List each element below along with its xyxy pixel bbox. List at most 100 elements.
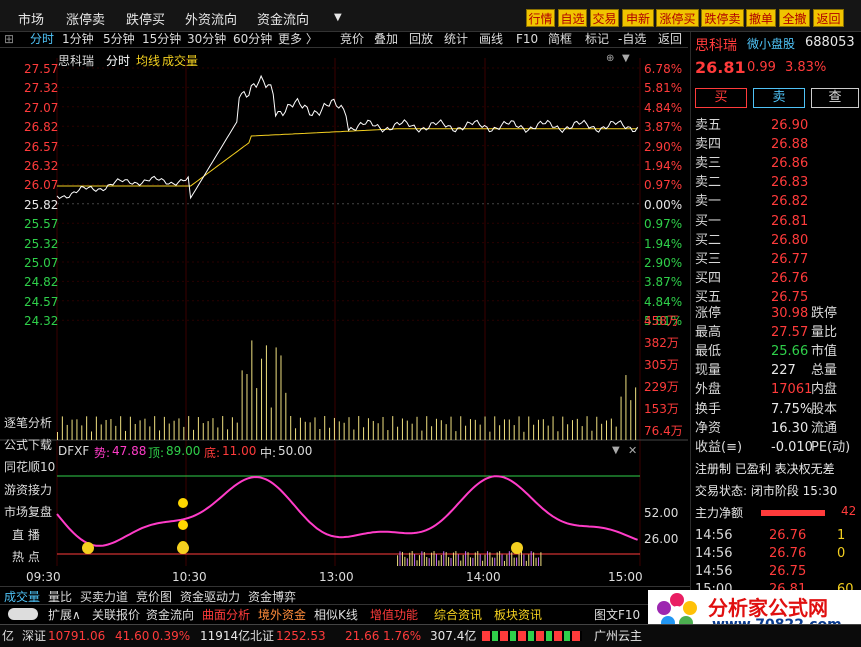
bar-surface-analysis[interactable]: 曲面分析 [202, 606, 250, 623]
tool-auction[interactable]: 竞价 [340, 32, 364, 47]
tab-60min[interactable]: 60分钟 [233, 32, 272, 47]
menu-market[interactable]: 市场 [18, 9, 44, 28]
stat-row[interactable]: 收益(≡) -0.010 PE(动) [691, 438, 861, 457]
side-market-review[interactable]: 市场复盘 [4, 503, 52, 520]
bid-row[interactable]: 买二 26.80 [691, 231, 861, 250]
quote-button[interactable]: 行情 [526, 9, 555, 27]
bid-row[interactable]: 买一 26.81 [691, 212, 861, 231]
bar-sector-news[interactable]: 板块资讯 [494, 606, 542, 623]
tab-volume[interactable]: 成交量 [4, 588, 40, 605]
bar-overseas-capital[interactable]: 境外资金 [258, 606, 306, 623]
tool-f10[interactable]: F10 [516, 32, 538, 47]
limit-down-sell-button[interactable]: 跌停卖 [701, 9, 744, 27]
bar-news[interactable]: 综合资讯 [434, 606, 482, 623]
tab-capital-game[interactable]: 资金博弈 [248, 588, 296, 605]
tab-15min[interactable]: 15分钟 [142, 32, 181, 47]
side-ths10[interactable]: 同花顺10 [4, 458, 55, 475]
menu-limit-down-buy[interactable]: 跌停买 [126, 9, 165, 28]
close-icon[interactable]: ✕ [628, 444, 637, 457]
bar-related-quote[interactable]: 关联报价 [92, 606, 140, 623]
intraday-chart[interactable]: 思科瑞 分时 均线 成交量 ⊕ ▼ 27.57 27.32 27.07 26.82 26… [0, 48, 688, 584]
tool-mark[interactable]: 标记 [585, 32, 609, 47]
cancel-order-button[interactable]: 撤单 [746, 9, 776, 27]
tab-capital-drive[interactable]: 资金驱动力 [180, 588, 240, 605]
ipo-button[interactable]: 申新 [622, 9, 654, 27]
side-live[interactable]: 直 播 [12, 526, 40, 543]
chevron-down-icon[interactable]: ▼ [334, 12, 342, 23]
tab-volume-ratio[interactable]: 量比 [48, 588, 72, 605]
news-ticker[interactable]: 广州云主 [594, 625, 642, 647]
tab-1min[interactable]: 1分钟 [62, 32, 94, 47]
menu-limit-up-sell[interactable]: 涨停卖 [66, 9, 105, 28]
sell-button[interactable]: 卖 [753, 88, 805, 108]
pct-label: 0.00% [644, 197, 683, 212]
ask-row[interactable]: 卖一 26.82 [691, 192, 861, 211]
tool-add-watchlist[interactable]: -自选 [618, 32, 646, 47]
cancel-all-button[interactable]: 全撤 [779, 9, 810, 27]
stat-row[interactable]: 涨停 30.98 跌停 [691, 304, 861, 323]
expand-icon[interactable]: ⊞ [4, 32, 14, 47]
watchlist-button[interactable]: 自选 [558, 9, 587, 27]
side-tick-analysis[interactable]: 逐笔分析 [4, 414, 52, 431]
indicator-bar [455, 551, 457, 566]
row-value: -0.010 [771, 440, 813, 455]
stock-tag[interactable]: 微小盘股 [747, 35, 795, 52]
chevron-down-icon[interactable]: ▼ [622, 53, 630, 64]
bz-amount: 307.4亿 [430, 629, 477, 643]
indicator-bar [528, 554, 530, 566]
volume-bar [411, 423, 413, 440]
bar-f10[interactable]: 图文F10 [594, 606, 640, 623]
chevron-down-icon[interactable]: ▼ [612, 445, 620, 456]
ask-row[interactable]: 卖五 26.90 [691, 116, 861, 135]
volume-bar [71, 419, 73, 440]
bid-row[interactable]: 买三 26.77 [691, 250, 861, 269]
tool-back[interactable]: 返回 [658, 32, 682, 47]
volume-bar [625, 375, 627, 440]
limit-up-buy-button[interactable]: 涨停买 [656, 9, 699, 27]
bar-similar-k[interactable]: 相似K线 [314, 606, 358, 623]
stat-row[interactable]: 现量 227 总量 [691, 361, 861, 380]
stat-row[interactable]: 最高 27.57 量比 [691, 323, 861, 342]
menu-foreign-flow[interactable]: 外资流向 [185, 9, 237, 28]
volume-bar [445, 424, 447, 440]
back-button[interactable]: 返回 [813, 9, 844, 27]
bid-row[interactable]: 买四 26.76 [691, 269, 861, 288]
buy-button[interactable]: 买 [695, 88, 747, 108]
volume-bar [285, 392, 287, 440]
settings-icon[interactable]: ⊕ [606, 53, 614, 64]
price-label: 27.07 [24, 100, 59, 115]
side-hot[interactable]: 热 点 [12, 548, 40, 565]
ask-row[interactable]: 卖二 26.83 [691, 173, 861, 192]
tab-buy-sell-power[interactable]: 买卖力道 [80, 588, 128, 605]
toggle-switch[interactable] [8, 608, 38, 620]
stat-row[interactable]: 外盘 17061 内盘 [691, 380, 861, 399]
side-formula-download[interactable]: 公式下载 [4, 436, 52, 453]
volume-bar [348, 417, 350, 440]
ask-row[interactable]: 卖三 26.86 [691, 154, 861, 173]
tab-30min[interactable]: 30分钟 [187, 32, 226, 47]
bz-label[interactable]: 北证 [250, 625, 274, 647]
volume-bar [576, 418, 578, 440]
tool-simple-frame[interactable]: 简框 [548, 32, 572, 47]
stat-row[interactable]: 换手 7.75% 股本 [691, 400, 861, 419]
bar-value-added[interactable]: 增值功能 [370, 606, 418, 623]
menu-capital-flow[interactable]: 资金流向 [257, 9, 309, 28]
tool-overlay[interactable]: 叠加 [374, 32, 398, 47]
tool-replay[interactable]: 回放 [409, 32, 433, 47]
stat-row[interactable]: 净资 16.30 流通 [691, 419, 861, 438]
bar-expand[interactable]: 扩展∧ [48, 606, 81, 623]
tab-intraday[interactable]: 分时 [30, 32, 54, 47]
tool-stats[interactable]: 统计 [444, 32, 468, 47]
view-button[interactable]: 查 [811, 88, 859, 108]
tab-more[interactable]: 更多 〉 [278, 32, 318, 47]
volume-label: 153万 [644, 402, 679, 416]
side-hot-money[interactable]: 游资接力 [4, 481, 52, 498]
stat-row[interactable]: 最低 25.66 市值 [691, 342, 861, 361]
sz-label[interactable]: 深证 [22, 625, 46, 647]
tool-draw[interactable]: 画线 [479, 32, 503, 47]
bar-capital-flow[interactable]: 资金流向 [146, 606, 194, 623]
ask-row[interactable]: 卖四 26.88 [691, 135, 861, 154]
trade-button[interactable]: 交易 [590, 9, 619, 27]
tab-5min[interactable]: 5分钟 [103, 32, 135, 47]
tab-auction-chart[interactable]: 竞价图 [136, 588, 172, 605]
